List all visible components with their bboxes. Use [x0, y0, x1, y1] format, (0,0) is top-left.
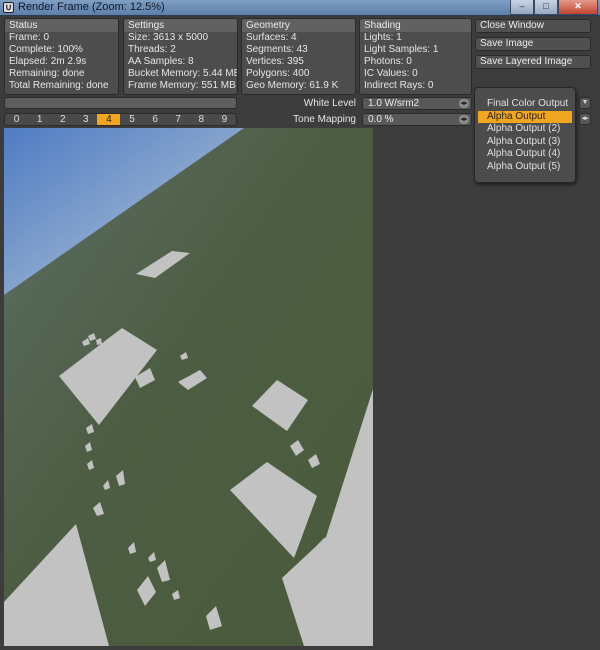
status-panel: Status Frame: 0 Complete: 100% Elapsed: …	[4, 18, 119, 95]
tone-mapping-value: 0.0 %	[368, 114, 394, 125]
settings-threads: Threads: 2	[128, 44, 176, 55]
menu-item-alpha-output-5[interactable]: Alpha Output (5)	[475, 161, 575, 174]
geometry-surfaces: Surfaces: 4	[246, 32, 297, 43]
geometry-segments: Segments: 43	[246, 44, 308, 55]
save-layered-image-button[interactable]: Save Layered Image	[475, 55, 591, 69]
shading-ic-values: IC Values: 0	[364, 68, 418, 79]
white-level-value: 1.0 W/srm2	[368, 98, 420, 109]
shading-panel-header: Shading	[360, 19, 471, 32]
menu-item-final-color-output[interactable]: Final Color Output	[475, 98, 575, 111]
status-total-remaining: Total Remaining: done	[9, 80, 109, 91]
menu-item-alpha-output-3[interactable]: Alpha Output (3)	[475, 136, 575, 149]
nudge-arrows-icon[interactable]: ◂▸	[579, 113, 591, 125]
close-window-button[interactable]: Close Window	[475, 19, 591, 33]
render-frame-icon: ∪	[3, 2, 14, 13]
bucket-3[interactable]: 3	[74, 114, 97, 125]
settings-frame-memory: Frame Memory: 551 MB	[128, 80, 236, 91]
window-controls: – □ ✕	[510, 0, 598, 15]
status-remaining: Remaining: done	[9, 68, 85, 79]
nudge-arrows-icon[interactable]: ◂▸	[459, 115, 469, 124]
shading-lights: Lights: 1	[364, 32, 402, 43]
minimize-button[interactable]: –	[510, 0, 534, 15]
title-bar: ∪ Render Frame (Zoom: 12.5%) – □ ✕	[0, 0, 600, 16]
bucket-2[interactable]: 2	[51, 114, 74, 125]
geometry-panel-header: Geometry	[242, 19, 355, 32]
bucket-9[interactable]: 9	[213, 114, 236, 125]
settings-size: Size: 3613 x 5000	[128, 32, 209, 43]
output-dropdown-menu: Final Color Output Alpha Output Alpha Ou…	[474, 87, 576, 183]
close-button[interactable]: ✕	[558, 0, 598, 15]
settings-aa-samples: AA Samples: 8	[128, 56, 194, 67]
nudge-arrows-icon[interactable]: ◂▸	[459, 99, 469, 108]
geometry-polygons: Polygons: 400	[246, 68, 310, 79]
geometry-panel: Geometry Surfaces: 4 Segments: 43 Vertic…	[241, 18, 356, 95]
status-panel-header: Status	[5, 19, 118, 32]
settings-bucket-memory: Bucket Memory: 5.44 MB	[128, 68, 238, 79]
bucket-4[interactable]: 4	[97, 114, 121, 125]
menu-item-alpha-output[interactable]: Alpha Output	[478, 110, 572, 123]
bucket-1[interactable]: 1	[28, 114, 51, 125]
bucket-0[interactable]: 0	[5, 114, 28, 125]
shading-indirect-rays: Indirect Rays: 0	[364, 80, 434, 91]
viewport-background	[373, 128, 600, 650]
dropdown-arrow-icon[interactable]: ▼	[579, 97, 591, 109]
white-level-field[interactable]: 1.0 W/srm2 ◂▸	[362, 97, 472, 110]
shading-panel: Shading Lights: 1 Light Samples: 1 Photo…	[359, 18, 472, 95]
geometry-geo-memory: Geo Memory: 61.9 K	[246, 80, 339, 91]
menu-item-alpha-output-2[interactable]: Alpha Output (2)	[475, 123, 575, 136]
window-title: Render Frame (Zoom: 12.5%)	[18, 1, 165, 13]
save-image-button[interactable]: Save Image	[475, 37, 591, 51]
maximize-button[interactable]: □	[534, 0, 558, 15]
white-level-label: White Level	[303, 98, 356, 109]
render-progress-bar	[4, 97, 237, 109]
status-frame: Frame: 0	[9, 32, 50, 43]
bucket-6[interactable]: 6	[144, 114, 167, 125]
tone-mapping-label: Tone Mapping	[293, 114, 356, 125]
bucket-7[interactable]: 7	[167, 114, 190, 125]
shading-light-samples: Light Samples: 1	[364, 44, 439, 55]
status-complete: Complete: 100%	[9, 44, 83, 55]
shading-photons: Photons: 0	[364, 56, 412, 67]
render-viewport	[4, 128, 373, 646]
geometry-vertices: Vertices: 395	[246, 56, 304, 67]
bucket-8[interactable]: 8	[190, 114, 213, 125]
tone-mapping-field[interactable]: 0.0 % ◂▸	[362, 113, 472, 126]
settings-panel: Settings Size: 3613 x 5000 Threads: 2 AA…	[123, 18, 238, 95]
menu-item-alpha-output-4[interactable]: Alpha Output (4)	[475, 148, 575, 161]
settings-panel-header: Settings	[124, 19, 237, 32]
status-elapsed: Elapsed: 2m 2.9s	[9, 56, 87, 67]
bucket-selector: 0 1 2 3 4 5 6 7 8 9	[4, 113, 237, 126]
bucket-5[interactable]: 5	[120, 114, 143, 125]
